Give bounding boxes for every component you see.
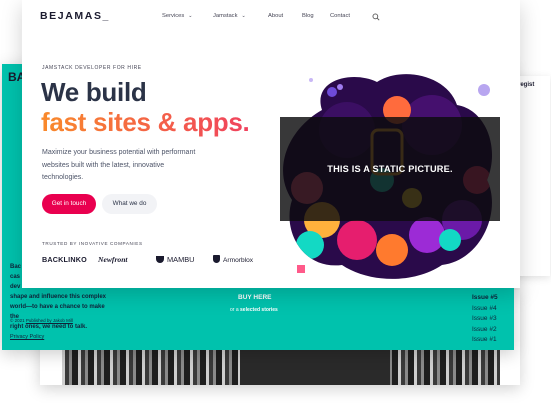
nav-item-about[interactable]: About: [268, 13, 283, 19]
chevron-down-icon: ⌄: [188, 13, 193, 19]
nav-label: Jamstack: [213, 13, 238, 19]
nav-item-services[interactable]: Services ⌄: [162, 13, 192, 19]
brand-logo-backlinko: BACKLINKO: [42, 255, 87, 264]
brand-logo-newfront: Newfront: [98, 255, 128, 264]
static-picture-notice: THIS IS A STATIC PICTURE.: [327, 164, 453, 174]
or-prefix: or a: [230, 307, 241, 313]
side-panel-text: regist: [518, 82, 535, 88]
teal-body-line: shape and influence this complex: [10, 294, 107, 300]
hero-eyebrow: JAMSTACK DEVELOPER FOR HIRE: [42, 65, 142, 71]
issue-link[interactable]: Issue #5: [472, 293, 498, 304]
teal-or-text: or a selected stories: [230, 307, 278, 313]
issue-link[interactable]: Issue #3: [472, 314, 498, 325]
what-we-do-button[interactable]: What we do: [102, 194, 157, 214]
armorblox-shield-icon: [213, 255, 220, 263]
issue-list: Issue #5 Issue #4 Issue #3 Issue #2 Issu…: [472, 293, 498, 346]
issue-link[interactable]: Issue #2: [472, 325, 498, 336]
hero-headline-line1: We build: [41, 77, 147, 107]
trusted-by-label: TRUSTED BY INOVATIVE COMPANIES: [42, 241, 143, 246]
buy-here-link[interactable]: BUY HERE: [238, 294, 271, 301]
nav-item-contact[interactable]: Contact: [330, 13, 350, 19]
hero-description: Maximize your business potential with pe…: [42, 149, 196, 181]
issue-link[interactable]: Issue #4: [472, 304, 498, 315]
get-in-touch-button[interactable]: Get in touch: [42, 194, 96, 214]
chevron-down-icon: ⌄: [241, 13, 246, 19]
brand-name: Armorblox: [223, 257, 254, 264]
teal-copyright: © 2021 Published by Jakob Mill: [10, 318, 73, 323]
nav-label: Services: [162, 13, 185, 19]
static-picture-overlay: THIS IS A STATIC PICTURE.: [280, 117, 500, 221]
brand-logo-mambu: MAMBU: [156, 255, 195, 264]
main-website-card: BEJAMAS_ Services ⌄ Jamstack ⌄ About Blog …: [22, 0, 520, 288]
brand-logo-armorblox: Armorblox: [213, 255, 253, 264]
issue-link[interactable]: Issue #1: [472, 335, 498, 346]
mambu-mark-icon: [156, 256, 164, 263]
hero-headline-line2: fast sites & apps.: [41, 107, 250, 137]
copyright-link[interactable]: Published by Jakob Mill: [26, 318, 73, 323]
teal-body-line: right ones, we need to talk.: [10, 324, 88, 330]
nav-item-jamstack[interactable]: Jamstack ⌄: [213, 13, 246, 19]
privacy-policy-link[interactable]: Privacy Policy: [10, 334, 44, 340]
selected-stories-link[interactable]: selected stories: [240, 307, 278, 313]
nav-item-blog[interactable]: Blog: [302, 13, 314, 19]
search-icon[interactable]: [372, 13, 380, 21]
bejamas-logo[interactable]: BEJAMAS_: [40, 10, 110, 22]
copyright-prefix: © 2021: [10, 318, 26, 323]
brand-name: MAMBU: [167, 255, 195, 264]
